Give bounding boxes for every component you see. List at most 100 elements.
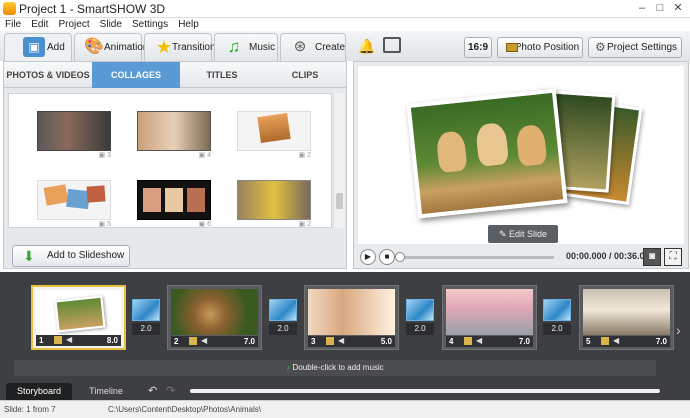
- tab-storyboard[interactable]: Storyboard: [6, 383, 72, 400]
- collage-item[interactable]: ▣ 5: [37, 180, 111, 228]
- transition-duration: 2.0: [269, 323, 297, 335]
- transition-item[interactable]: 2.0: [406, 299, 434, 337]
- folder-path: C:\Users\Content\Desktop\Photos\Animals\: [108, 405, 261, 414]
- music-track[interactable]: ♪ Double-click to add music: [14, 360, 656, 376]
- transition-thumbnail: [132, 299, 160, 321]
- collage-photo-count: ▣ 2: [298, 221, 311, 228]
- transition-thumbnail: [406, 299, 434, 321]
- storyboard: 1 ◀ 8.0 2.0 2 ◀ 7.0 2.0 3 ◀ 5.0 2.0 4 ◀ …: [0, 272, 690, 382]
- sound-icon[interactable]: ◀: [338, 337, 344, 345]
- storyboard-scrollbar[interactable]: [190, 389, 660, 393]
- collage-item[interactable]: ▣ 6: [137, 180, 211, 227]
- photo-position-icon: [506, 43, 518, 52]
- transition-item[interactable]: 2.0: [132, 299, 160, 337]
- menu-project[interactable]: Project: [58, 19, 89, 31]
- undo-icon[interactable]: ↶: [148, 384, 157, 397]
- scrollbar-thumb[interactable]: [336, 193, 343, 209]
- collage-photo-count: ▣ 2: [298, 152, 311, 159]
- menu-bar: File Edit Project Slide Settings Help: [0, 18, 690, 31]
- photo-position-button[interactable]: Photo Position: [497, 37, 583, 58]
- chevron-right-icon[interactable]: ›: [676, 322, 681, 338]
- transition-item[interactable]: 2.0: [269, 299, 297, 337]
- snapshot-camera-icon[interactable]: ◙: [643, 248, 661, 266]
- redo-icon[interactable]: ↷: [166, 384, 175, 397]
- library-subtabs: PHOTOS & VIDEOS COLLAGES TITLES CLIPS: [4, 62, 346, 88]
- collage-thumbnail: [137, 180, 211, 220]
- film-reel-icon: ⊛: [293, 38, 307, 55]
- edit-pencil-icon[interactable]: [189, 337, 197, 345]
- slide-duration: 8.0: [106, 336, 118, 345]
- tab-music[interactable]: ♫ Music: [214, 33, 278, 61]
- tab-animation[interactable]: 🎨 Animation: [74, 33, 148, 61]
- gallery-scrollbar[interactable]: [333, 93, 344, 228]
- minimize-icon[interactable]: –: [634, 1, 650, 16]
- transition-duration: 2.0: [406, 323, 434, 335]
- preview-panel: ✎ Edit Slide ▶ ■ 00:00.000 / 00:36.000 ◙…: [353, 61, 689, 269]
- sound-icon[interactable]: ◀: [201, 337, 207, 345]
- project-settings-button[interactable]: ⚙ Project Settings: [588, 37, 682, 58]
- photo-edit-icon[interactable]: [383, 37, 401, 53]
- subtab-clips[interactable]: CLIPS: [264, 62, 346, 88]
- subtab-titles[interactable]: TITLES: [180, 62, 264, 88]
- pencil-icon: ✎: [498, 229, 509, 239]
- close-icon[interactable]: ✕: [670, 1, 686, 16]
- slide-counter: Slide: 1 from 7: [4, 405, 56, 414]
- slide-thumbnail[interactable]: 1 ◀ 8.0: [31, 285, 126, 350]
- edit-slide-button[interactable]: ✎ Edit Slide: [488, 225, 558, 243]
- tab-add[interactable]: ▣ Add: [4, 33, 72, 61]
- slide-duration: 7.0: [655, 337, 667, 346]
- playback-slider[interactable]: [395, 252, 554, 262]
- collage-item[interactable]: ▣ 2: [237, 111, 311, 159]
- edit-pencil-icon[interactable]: [601, 337, 609, 345]
- edit-pencil-icon[interactable]: [464, 337, 472, 345]
- collage-item[interactable]: ▣ 3: [37, 111, 111, 159]
- slide-thumbnail[interactable]: 4 ◀ 7.0: [442, 285, 537, 350]
- sound-icon[interactable]: ◀: [476, 337, 482, 345]
- collage-photo-count: ▣ 5: [98, 221, 111, 228]
- edit-pencil-icon[interactable]: [326, 337, 334, 345]
- tab-timeline[interactable]: Timeline: [76, 383, 136, 400]
- aspect-ratio-button[interactable]: 16:9: [464, 37, 492, 58]
- subtab-photos-videos[interactable]: PHOTOS & VIDEOS: [4, 62, 92, 88]
- collage-item[interactable]: ▣ 2: [237, 180, 311, 228]
- slide-number: 4: [449, 337, 454, 346]
- menu-edit[interactable]: Edit: [31, 19, 48, 31]
- transition-item[interactable]: 2.0: [543, 299, 571, 337]
- slide-info-bar: 5 ◀ 7.0: [583, 336, 670, 347]
- menu-slide[interactable]: Slide: [100, 19, 122, 31]
- slider-handle[interactable]: [395, 252, 405, 262]
- slide-number: 5: [586, 337, 591, 346]
- edit-pencil-icon[interactable]: [54, 336, 62, 344]
- slide-image: [36, 290, 121, 336]
- play-button[interactable]: ▶: [360, 249, 376, 265]
- menu-help[interactable]: Help: [178, 19, 199, 31]
- maximize-icon[interactable]: □: [652, 1, 668, 16]
- collage-thumbnail: [237, 111, 311, 151]
- bell-icon[interactable]: 🔔: [358, 38, 375, 55]
- playback-time: 00:00.000 / 00:36.000: [566, 251, 655, 261]
- fullscreen-icon[interactable]: ⛶: [664, 248, 682, 266]
- sound-icon[interactable]: ◀: [613, 337, 619, 345]
- sound-icon[interactable]: ◀: [66, 336, 72, 344]
- edit-slide-label: Edit Slide: [509, 229, 548, 239]
- tab-transitions[interactable]: ★ Transitions: [144, 33, 221, 61]
- transition-thumbnail: [269, 299, 297, 321]
- add-to-slideshow-button[interactable]: ⬇ Add to Slideshow: [12, 245, 130, 267]
- collage-thumbnail: [37, 180, 111, 220]
- stop-button[interactable]: ■: [379, 249, 395, 265]
- menu-settings[interactable]: Settings: [132, 19, 168, 31]
- slide-duration: 7.0: [243, 337, 255, 346]
- tab-create[interactable]: ⊛ Create: [280, 33, 346, 61]
- transition-thumbnail: [543, 299, 571, 321]
- slide-image: [583, 289, 670, 335]
- slide-image: [171, 289, 258, 335]
- collage-thumbnail: [137, 111, 211, 151]
- slide-thumbnail[interactable]: 3 ◀ 5.0: [304, 285, 399, 350]
- slide-thumbnail[interactable]: 5 ◀ 7.0: [579, 285, 674, 350]
- subtab-collages[interactable]: COLLAGES: [92, 62, 180, 88]
- slide-thumbnail[interactable]: 2 ◀ 7.0: [167, 285, 262, 350]
- menu-file[interactable]: File: [5, 19, 21, 31]
- tab-animation-label: Animation: [104, 42, 149, 53]
- slide-preview: ✎ Edit Slide: [358, 66, 684, 244]
- collage-item[interactable]: ▣ 4: [137, 111, 211, 159]
